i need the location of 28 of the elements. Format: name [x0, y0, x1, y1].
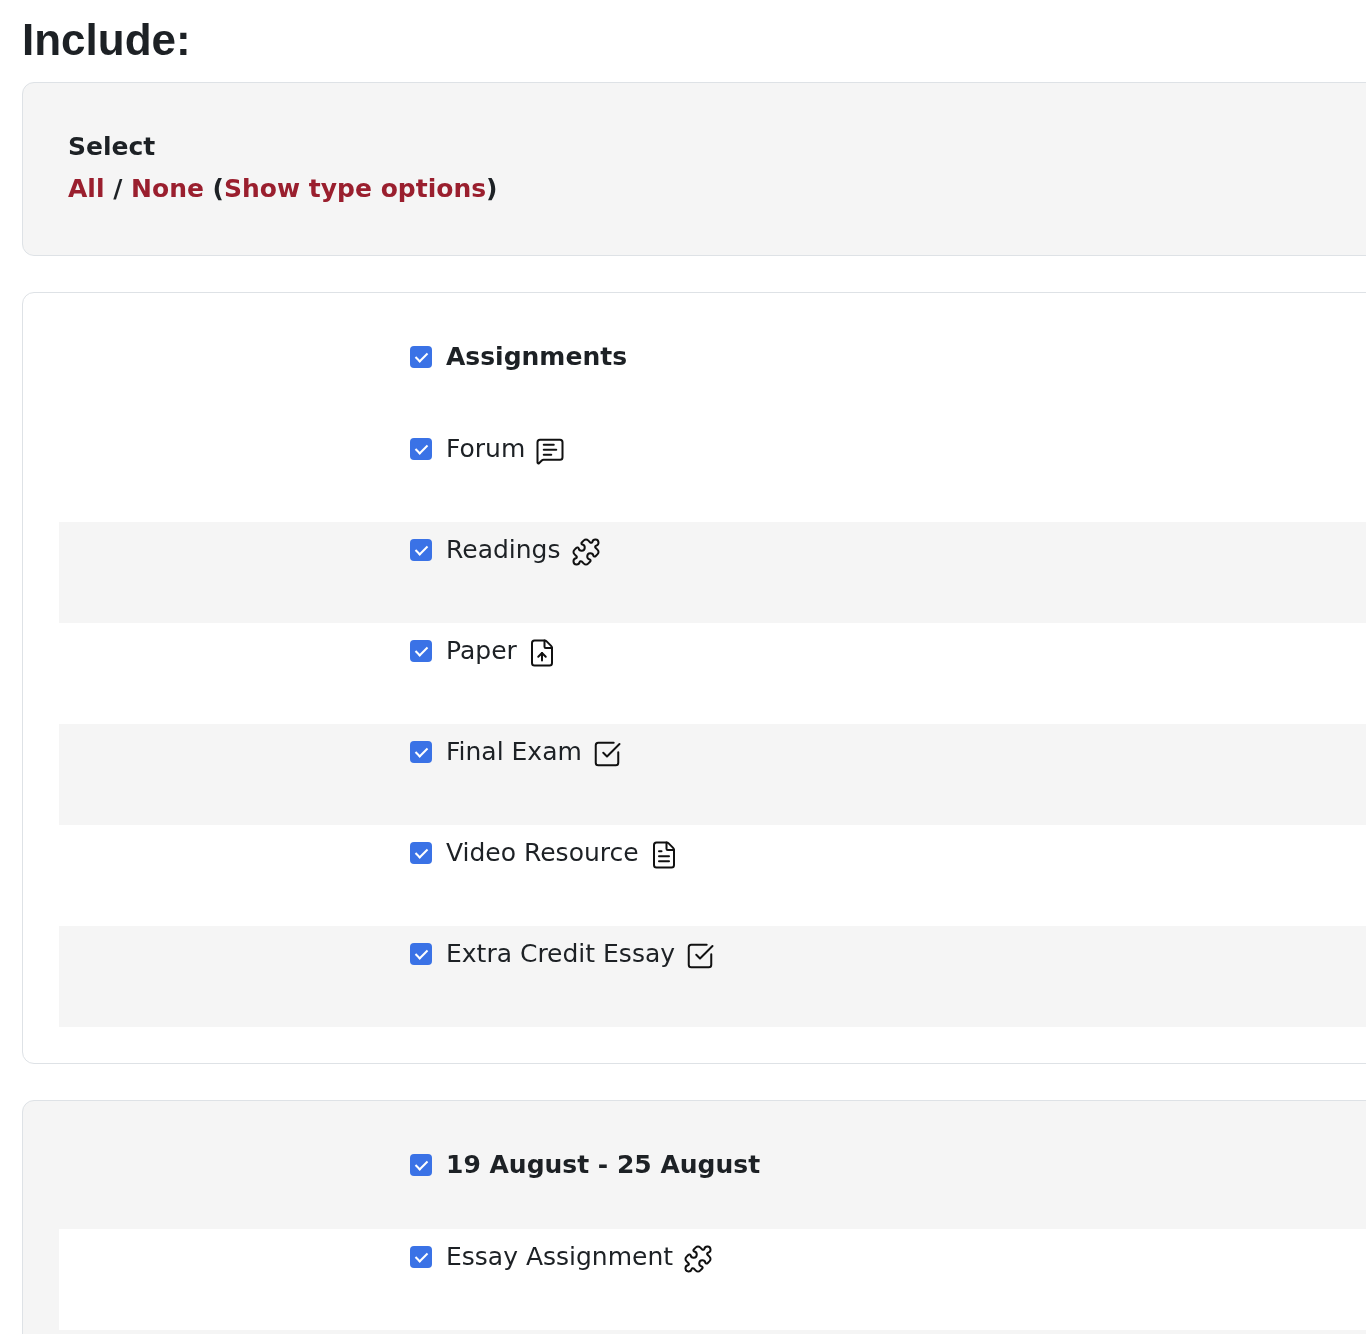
checkbox[interactable] [410, 539, 432, 561]
checkbox[interactable] [410, 741, 432, 763]
checkbox[interactable] [410, 346, 432, 368]
item-label: Video Resource [446, 837, 639, 869]
section-title: Assignments [446, 341, 627, 373]
puzzle-icon [570, 537, 601, 567]
select-link[interactable]: None [131, 174, 204, 203]
item-label: Forum [446, 433, 526, 465]
checkbox[interactable] [410, 943, 432, 965]
select-link[interactable]: All [68, 174, 105, 203]
section-title: 19 August - 25 August [446, 1149, 761, 1181]
item-label: Final Exam [446, 736, 582, 768]
checkbox[interactable] [410, 1246, 432, 1268]
puzzle-icon [683, 1244, 714, 1274]
check-square-icon [685, 941, 716, 971]
checkbox[interactable] [410, 1154, 432, 1176]
item-label: Paper [446, 635, 517, 667]
page-heading: Include: [22, 14, 192, 66]
checkbox[interactable] [410, 438, 432, 460]
select-link[interactable]: Show type options [224, 174, 487, 203]
speech-bubble-icon [535, 436, 566, 466]
item-label: Essay Assignment [446, 1241, 674, 1273]
select-label: Select [68, 131, 156, 163]
item-label: Readings [446, 534, 561, 566]
checkbox[interactable] [410, 640, 432, 662]
item-label: Extra Credit Essay [446, 938, 676, 970]
checkbox[interactable] [410, 842, 432, 864]
select-options-line: All / None (Show type options) [68, 173, 498, 205]
